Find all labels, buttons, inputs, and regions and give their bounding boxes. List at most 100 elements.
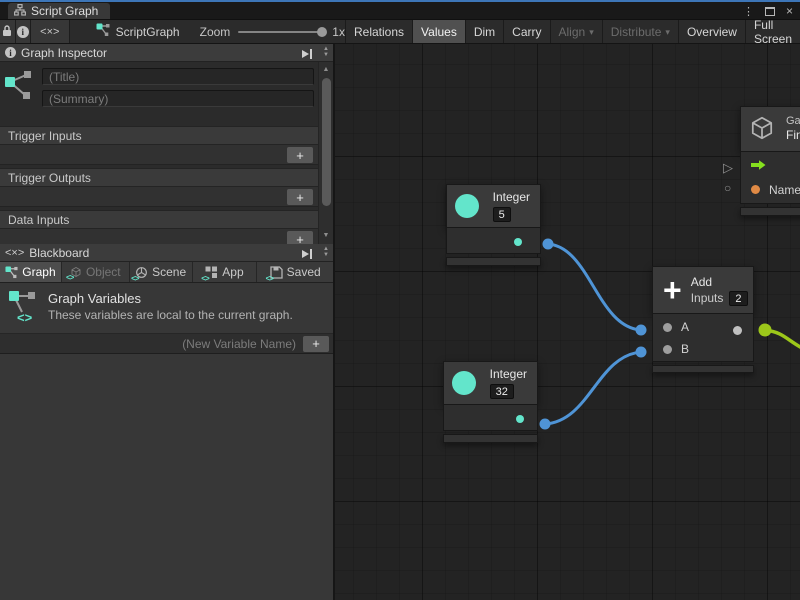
object-cube-icon: <> (70, 266, 82, 278)
output-port[interactable] (514, 238, 522, 246)
scrollbar-thumb[interactable] (322, 78, 331, 206)
wire-integer5-to-add-a[interactable] (548, 244, 641, 330)
input-port-b[interactable] (663, 345, 672, 354)
node-footer (740, 207, 800, 216)
window-controls: ⋮ × (743, 4, 793, 18)
tab-object: <> Object (62, 262, 130, 282)
graph-summary-input[interactable] (42, 90, 314, 107)
node-title: Add (691, 275, 712, 290)
scroll-up-icon[interactable]: ▲ (323, 66, 330, 73)
new-variable-input[interactable] (56, 337, 296, 351)
add-variable-button[interactable]: + (303, 336, 329, 352)
saved-floppy-icon: <> (270, 266, 283, 279)
info-icon: i (17, 26, 29, 38)
name-input-port[interactable] (751, 185, 760, 194)
dim-button[interactable]: Dim (465, 20, 503, 43)
output-port[interactable] (733, 326, 742, 335)
trigger-port-marker[interactable]: ▷ (723, 160, 733, 176)
inspector-scrollbar[interactable]: ▲ ▼ (318, 62, 333, 244)
wire-endpoint[interactable] (636, 325, 647, 336)
sidebar: i Graph Inspector ▲▼ Trigger I (0, 44, 335, 600)
wire-endpoint[interactable] (540, 419, 551, 430)
section-data-inputs: Data Inputs (0, 210, 318, 229)
zoom-label: Zoom (200, 25, 231, 39)
input-port-a[interactable] (663, 323, 672, 332)
zoom-control: Zoom 1x (200, 20, 345, 43)
zoom-value: 1x (332, 25, 345, 39)
breadcrumb-label: ScriptGraph (116, 25, 180, 39)
lock-button[interactable] (0, 20, 16, 43)
tab-graph[interactable]: Graph (0, 262, 62, 282)
close-icon[interactable]: × (786, 4, 793, 18)
relations-button[interactable]: Relations (345, 20, 412, 43)
tab-title: Script Graph (31, 4, 98, 18)
breadcrumb[interactable]: ScriptGraph (96, 20, 180, 43)
section-trigger-outputs: Trigger Outputs (0, 168, 318, 187)
input-a-label: A (681, 320, 689, 334)
tab-scene[interactable]: <> Scene (130, 262, 193, 282)
graph-variables-info: <> Graph Variables These variables are l… (0, 283, 333, 333)
blackboard-header: <×> Blackboard ▲▼ (0, 244, 333, 262)
scene-icon: <> (135, 266, 148, 279)
values-button[interactable]: Values (412, 20, 465, 43)
window-menu-icon[interactable]: ⋮ (743, 5, 754, 18)
blackboard-title: Blackboard (29, 246, 89, 260)
node-integer-32[interactable]: Integer 32 (443, 361, 538, 443)
node-integer-5[interactable]: Integer 5 (446, 184, 541, 266)
inspect-button[interactable]: i (16, 20, 32, 43)
trigger-inputs-list: + (0, 145, 318, 165)
new-variable-row: + (0, 333, 333, 354)
dock-icon[interactable] (301, 248, 313, 262)
code-view-toggle[interactable]: <×> (31, 20, 70, 43)
full-screen-button[interactable]: Full Screen (745, 20, 800, 43)
variables-title: Graph Variables (48, 290, 293, 307)
integer-value-field[interactable]: 32 (490, 384, 514, 399)
collapse-arrows[interactable]: ▲▼ (323, 46, 329, 58)
graph-variables-icon (4, 68, 36, 112)
collapse-arrows[interactable]: ▲▼ (323, 246, 329, 258)
graph-tree-icon (14, 4, 26, 19)
wire-endpoint[interactable] (636, 347, 647, 358)
input-b-label: B (681, 342, 689, 356)
distribute-button: Distribute▾ (602, 20, 678, 43)
zoom-slider[interactable] (238, 31, 324, 33)
scroll-down-icon[interactable]: ▼ (323, 232, 330, 239)
graph-title-input[interactable] (42, 68, 314, 85)
tab-saved[interactable]: <> Saved (257, 262, 333, 282)
overview-button[interactable]: Overview (678, 20, 745, 43)
graph-variables-icon: <> (8, 290, 38, 327)
wire-integer32-to-add-b[interactable] (545, 352, 641, 424)
tab-script-graph[interactable]: Script Graph (8, 3, 110, 19)
add-trigger-output-button[interactable]: + (287, 189, 313, 205)
node-gameobject-find[interactable]: Game Object Find Name (740, 106, 800, 216)
variables-icon: <×> (5, 247, 24, 259)
maximize-icon[interactable] (765, 7, 775, 16)
wire-endpoint[interactable] (543, 239, 554, 250)
inputs-label: Inputs (691, 291, 724, 305)
dock-icon[interactable] (301, 48, 313, 62)
integer-type-icon (452, 371, 476, 395)
output-port[interactable] (516, 415, 524, 423)
integer-value-field[interactable]: 5 (493, 207, 511, 222)
blackboard-tabs: Graph <> Object <> Scene (0, 262, 333, 283)
graph-canvas[interactable]: Integer 5 Integer 32 (335, 44, 800, 600)
name-input-label: Name (769, 183, 800, 197)
lock-icon (2, 24, 12, 40)
script-graph-window: Script Graph ⋮ × i <×> ScriptGraph Zoom (0, 0, 800, 600)
gameobject-cube-icon (749, 115, 775, 144)
wire-endpoint[interactable] (759, 324, 772, 337)
inputs-count-field[interactable]: 2 (729, 291, 747, 306)
carry-button[interactable]: Carry (503, 20, 549, 43)
script-graph-icon (96, 23, 110, 40)
trigger-input-arrow-icon[interactable] (751, 159, 767, 174)
node-footer (446, 257, 541, 266)
value-port-marker[interactable]: ○ (724, 181, 731, 195)
tab-app[interactable]: <> App (193, 262, 258, 282)
graph-inspector-header: i Graph Inspector ▲▼ (0, 44, 333, 62)
add-trigger-input-button[interactable]: + (287, 147, 313, 163)
node-add[interactable]: + Add Inputs 2 A (652, 266, 754, 373)
zoom-slider-knob[interactable] (317, 27, 327, 37)
variables-description: These variables are local to the current… (48, 307, 293, 323)
add-icon: + (663, 275, 682, 305)
integer-type-icon (455, 194, 479, 218)
